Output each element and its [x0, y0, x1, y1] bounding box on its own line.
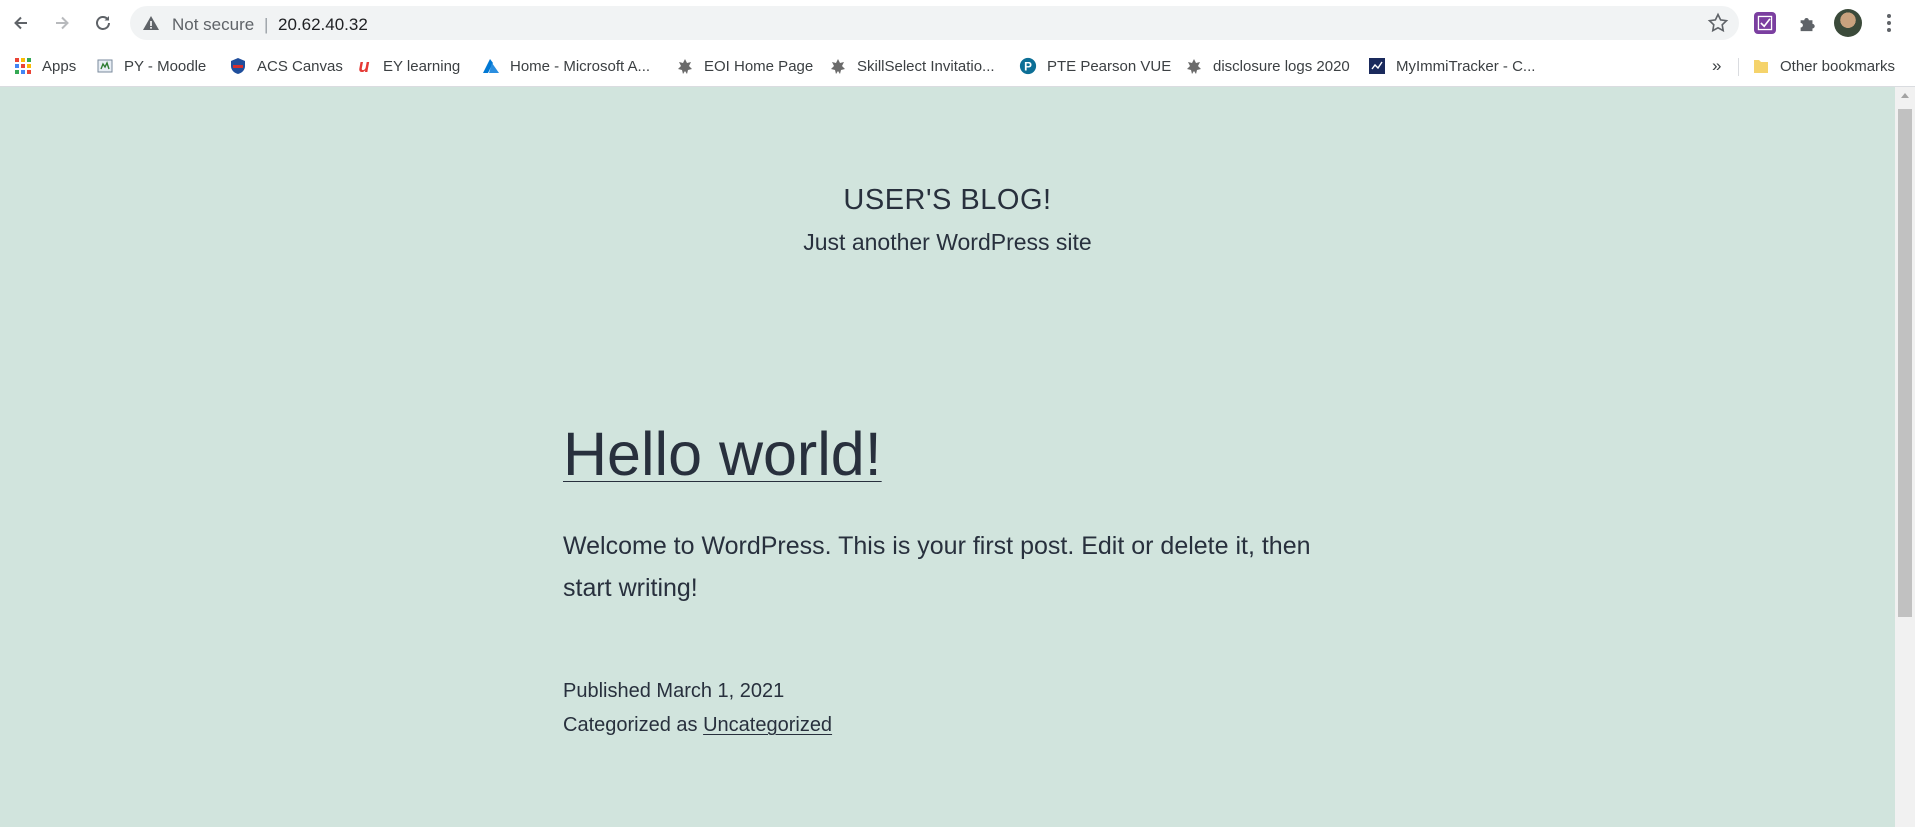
post-meta: Published March 1, 2021 Categorized as U… [563, 674, 832, 742]
forward-button[interactable] [47, 8, 77, 38]
puzzle-piece-icon [1800, 18, 1815, 32]
more-bookmarks-button[interactable]: » [1712, 56, 1721, 76]
category-label: Categorized as [563, 714, 698, 736]
bookmark-label: PY - Moodle [124, 57, 207, 75]
bookmark-eoi-home[interactable]: EOI Home Page [676, 54, 813, 78]
post-excerpt: Welcome to WordPress. This is your first… [563, 532, 1311, 602]
immitracker-icon [1368, 57, 1386, 75]
browser-menu-button[interactable] [1876, 10, 1902, 36]
site-tagline: Just another WordPress site [803, 229, 1092, 255]
scrollbar-thumb[interactable] [1898, 109, 1912, 617]
url-text[interactable]: 20.62.40.32 [278, 15, 368, 35]
acs-shield-icon [229, 57, 247, 75]
bookmark-myimmitracker[interactable]: MyImmiTracker - C... [1368, 54, 1535, 78]
warning-triangle-icon [143, 16, 159, 30]
profile-avatar[interactable] [1834, 9, 1862, 37]
bookmark-label: Other bookmarks [1780, 57, 1896, 75]
bookmark-pte-pearson[interactable]: P PTE Pearson VUE [1019, 54, 1171, 78]
kebab-menu-icon [1887, 14, 1891, 32]
address-bar[interactable]: Not secure | 20.62.40.32 [130, 6, 1739, 40]
moodle-icon [96, 57, 114, 75]
svg-text:P: P [1024, 61, 1032, 74]
bookmark-apps[interactable]: Apps [14, 54, 76, 78]
gov-crest-icon [829, 57, 847, 75]
bookmark-label: SkillSelect Invitatio... [857, 57, 995, 75]
azure-icon [482, 57, 500, 75]
post-published: Published March 1, 2021 [563, 674, 832, 708]
vertical-scrollbar[interactable] [1895, 87, 1915, 827]
extension-purple-icon[interactable] [1754, 12, 1776, 34]
bookmark-skillselect[interactable]: SkillSelect Invitatio... [829, 54, 995, 78]
reload-button[interactable] [88, 8, 118, 38]
url-separator: | [264, 15, 269, 34]
post-title-link[interactable]: Hello world! [563, 419, 882, 489]
back-button[interactable] [6, 8, 36, 38]
published-label: Published [563, 680, 651, 702]
bookmark-label: PTE Pearson VUE [1047, 57, 1172, 75]
post-category: Categorized as Uncategorized [563, 708, 832, 742]
bookmark-disclosure-logs[interactable]: disclosure logs 2020 [1185, 54, 1350, 78]
security-status[interactable]: Not secure [172, 15, 254, 35]
extensions-puzzle-icon[interactable] [1794, 10, 1820, 36]
bookmarks-divider [1738, 58, 1739, 76]
gov-crest-icon [676, 57, 694, 75]
pearson-p-icon: P [1019, 57, 1037, 75]
apps-grid-icon [14, 57, 32, 75]
bookmarks-bar: Apps PY - Moodle ACS Canvas u EY learnin… [0, 46, 1915, 87]
bookmark-other-bookmarks[interactable]: Other bookmarks [1752, 54, 1895, 78]
bookmark-star-icon[interactable] [1707, 12, 1729, 34]
arrow-right-icon [56, 16, 69, 30]
published-date: March 1, 2021 [656, 680, 785, 702]
site-title[interactable]: USER'S BLOG! [0, 184, 1895, 217]
bookmark-label: EY learning [383, 57, 461, 75]
folder-icon [1752, 57, 1770, 75]
bookmark-py-moodle[interactable]: PY - Moodle [96, 54, 206, 78]
bookmark-ey-learning[interactable]: u EY learning [355, 54, 461, 78]
bookmark-label: disclosure logs 2020 [1213, 57, 1350, 75]
bookmark-label: MyImmiTracker - C... [1396, 57, 1536, 75]
checkmark-icon [1757, 15, 1773, 31]
arrow-left-icon [14, 16, 27, 30]
category-link[interactable]: Uncategorized [703, 714, 832, 736]
browser-toolbar: Not secure | 20.62.40.32 [0, 0, 1915, 46]
reload-icon [96, 16, 110, 30]
scroll-up-arrow-icon[interactable] [1901, 93, 1909, 98]
bookmark-label: ACS Canvas [257, 57, 343, 75]
bookmark-acs-canvas[interactable]: ACS Canvas [229, 54, 343, 78]
bookmark-label: Home - Microsoft A... [510, 57, 651, 75]
gov-crest-icon [1185, 57, 1203, 75]
bookmark-label: Apps [42, 57, 77, 75]
ey-u-icon: u [358, 55, 370, 76]
bookmark-label: EOI Home Page [704, 57, 814, 75]
bookmark-microsoft-azure[interactable]: Home - Microsoft A... [482, 54, 650, 78]
page-content: USER'S BLOG! Just another WordPress site… [0, 87, 1895, 827]
